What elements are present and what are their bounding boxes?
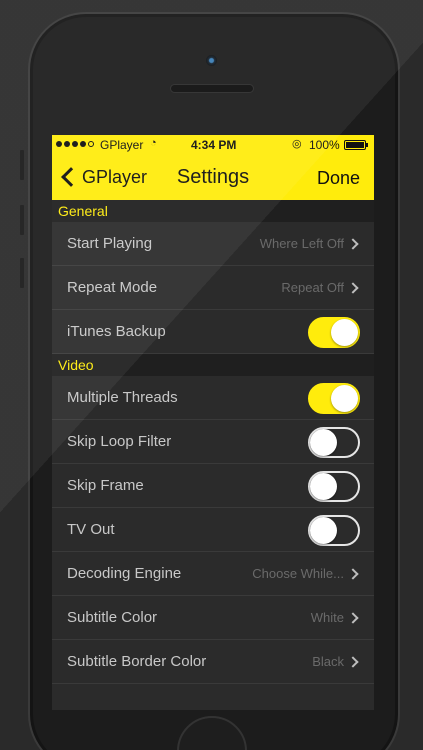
toggle-knob (310, 429, 337, 456)
row-value: Where Left Off (259, 236, 344, 251)
signal-icon (56, 141, 94, 147)
earpiece-speaker (170, 84, 254, 93)
toggle-knob (310, 517, 337, 544)
row-skip-loop-filter: Skip Loop Filter (52, 420, 374, 464)
side-button-volume-down (20, 258, 24, 288)
row-multiple-threads: Multiple Threads (52, 376, 374, 420)
row-repeat-mode[interactable]: Repeat Mode Repeat Off (52, 266, 374, 310)
chevron-right-icon (347, 612, 359, 624)
row-subtitle-color[interactable]: Subtitle Color White (52, 596, 374, 640)
row-label: Skip Frame (67, 477, 144, 494)
signal-dot (64, 141, 70, 147)
skip-frame-toggle[interactable] (308, 471, 360, 502)
header: GPlayer ◔ 4:34 PM ◎ 100% GPlayer Setting… (52, 135, 374, 200)
row-label: TV Out (67, 521, 115, 538)
row-label: Subtitle Border Color (67, 653, 207, 670)
row-subtitle-border-color[interactable]: Subtitle Border Color Black (52, 640, 374, 684)
section-header-general: General (52, 200, 374, 222)
signal-dot (56, 141, 62, 147)
row-tv-out: TV Out (52, 508, 374, 552)
row-decoding-engine[interactable]: Decoding Engine Choose While... (52, 552, 374, 596)
row-label: Repeat Mode (67, 279, 158, 296)
row-value: Choose While... (252, 566, 344, 581)
wifi-icon: ◔ (150, 137, 157, 149)
row-value: Black (312, 654, 344, 669)
row-value: White (310, 610, 344, 625)
row-start-playing[interactable]: Start Playing Where Left Off (52, 222, 374, 266)
phone-screen: GPlayer ◔ 4:34 PM ◎ 100% GPlayer Setting… (52, 135, 374, 710)
battery-nub (366, 143, 368, 147)
battery-percent: 100% (309, 138, 340, 152)
done-button[interactable]: Done (317, 168, 360, 189)
side-button-silent (20, 150, 24, 180)
chevron-right-icon (347, 282, 359, 294)
row-skip-frame: Skip Frame (52, 464, 374, 508)
side-button-volume-up (20, 205, 24, 235)
row-label: iTunes Backup (67, 323, 166, 340)
row-itunes-backup: iTunes Backup (52, 310, 374, 354)
row-label: Subtitle Color (67, 609, 158, 626)
chevron-right-icon (347, 656, 359, 668)
status-bar: GPlayer ◔ 4:34 PM ◎ 100% (52, 135, 374, 155)
multiple-threads-toggle[interactable] (308, 383, 360, 414)
signal-dot (80, 141, 86, 147)
rotation-lock-icon: ◎ (292, 138, 302, 150)
row-label: Start Playing (67, 235, 153, 252)
toggle-knob (310, 473, 337, 500)
section-header-video: Video (52, 354, 374, 376)
chevron-right-icon (347, 568, 359, 580)
itunes-backup-toggle[interactable] (308, 317, 360, 348)
row-label: Decoding Engine (67, 565, 182, 582)
toggle-knob (331, 319, 358, 346)
carrier-name: GPlayer (100, 138, 144, 152)
row-label: Skip Loop Filter (67, 433, 172, 450)
skip-loop-filter-toggle[interactable] (308, 427, 360, 458)
toggle-knob (331, 385, 358, 412)
settings-list: General Start Playing Where Left Off Rep… (52, 200, 374, 684)
tv-out-toggle[interactable] (308, 515, 360, 546)
front-camera (206, 55, 217, 66)
navigation-bar: GPlayer Settings Done (52, 155, 374, 200)
row-label: Multiple Threads (67, 389, 178, 406)
battery-icon (344, 140, 366, 150)
signal-dot (88, 141, 94, 147)
signal-dot (72, 141, 78, 147)
chevron-right-icon (347, 238, 359, 250)
row-value: Repeat Off (281, 280, 344, 295)
status-time: 4:34 PM (191, 138, 237, 152)
